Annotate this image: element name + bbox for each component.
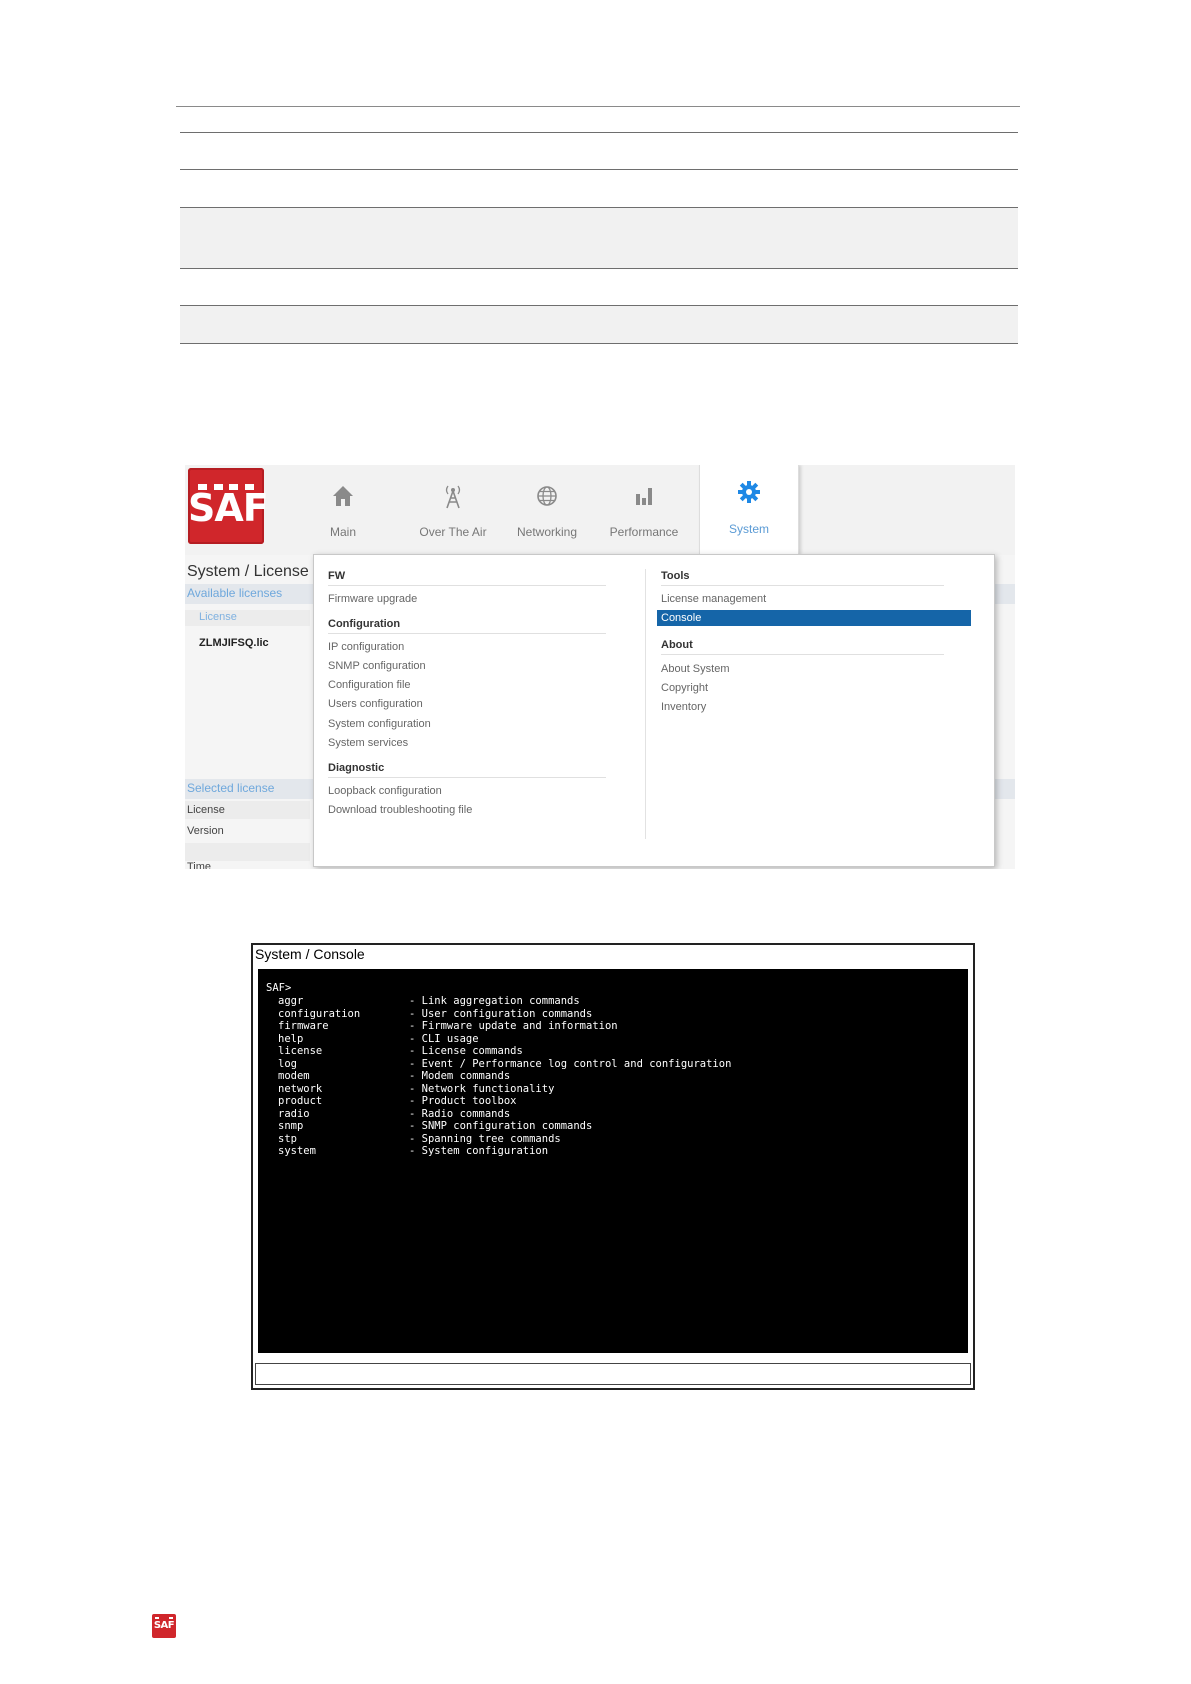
console-command: aggr xyxy=(278,995,304,1007)
console-command: configuration xyxy=(278,1007,361,1020)
console-command-description: - SNMP configuration commands xyxy=(409,1120,593,1132)
console-command-description: - Network functionality xyxy=(409,1082,555,1095)
console-command-description: - User configuration commands xyxy=(409,1007,593,1020)
console-output[interactable]: SAF> aggr - Link aggregation commands conf… xyxy=(258,969,968,1353)
console-command-description: - Radio commands xyxy=(409,1107,511,1120)
column-label: License xyxy=(199,611,237,623)
menu-item-configuration-file[interactable]: Configuration file xyxy=(328,679,411,691)
menu-item-license-management[interactable]: License management xyxy=(661,593,766,605)
table-row-rule xyxy=(180,132,1018,133)
menu-header-rule xyxy=(661,654,944,655)
menu-item-about-system[interactable]: About System xyxy=(661,663,729,675)
console-command-description: - Firmware update and information xyxy=(409,1020,618,1032)
footer-logo-text: SAF xyxy=(153,1620,175,1631)
console-window: System / Console SAF> aggr - Link aggrega… xyxy=(251,943,975,1390)
logo-text: SAF xyxy=(188,486,269,530)
section-label: Selected license xyxy=(187,781,275,795)
menu-header-tools: Tools xyxy=(661,570,690,582)
menu-item-download-troubleshooting-file[interactable]: Download troubleshooting file xyxy=(328,804,472,816)
table-row-rule xyxy=(180,169,1018,170)
console-command-description: - Product toolbox xyxy=(409,1095,517,1107)
console-command-description: - Event / Performance log control and co… xyxy=(409,1057,732,1070)
menu-header-rule xyxy=(661,585,944,586)
console-command: help xyxy=(278,1032,304,1045)
console-command: network xyxy=(278,1082,323,1095)
license-column-header: License xyxy=(185,610,310,626)
menu-header-rule xyxy=(328,777,606,778)
menu-item-loopback-configuration[interactable]: Loopback configuration xyxy=(328,785,442,797)
console-command: stp xyxy=(278,1132,297,1145)
menu-item-copyright[interactable]: Copyright xyxy=(661,682,708,694)
field-row xyxy=(185,843,310,861)
menu-header-fw: FW xyxy=(328,570,346,582)
table-row-rule xyxy=(180,343,1018,344)
nav-label: Networking xyxy=(516,525,578,539)
gear-icon xyxy=(738,481,760,503)
table-row-rule xyxy=(180,305,1018,306)
nav-networking[interactable]: Networking xyxy=(509,465,585,555)
console-command: snmp xyxy=(278,1120,304,1132)
console-command: license xyxy=(278,1045,323,1057)
console-command: modem xyxy=(278,1070,310,1082)
console-command: system xyxy=(278,1145,316,1157)
nav-system[interactable]: System xyxy=(699,465,799,555)
menu-item-console[interactable]: Console xyxy=(657,610,971,626)
menu-item-snmp-configuration[interactable]: SNMP configuration xyxy=(328,660,426,672)
page-title: System / License xyxy=(187,563,309,580)
console-prompt: SAF> xyxy=(266,982,292,994)
field-label-time: Time xyxy=(187,861,212,869)
menu-header-about: About xyxy=(661,639,693,651)
table-row-shade xyxy=(180,305,1018,343)
saf-logo: SAF xyxy=(188,468,269,544)
menu-header-configuration: Configuration xyxy=(328,618,401,630)
table-row-rule xyxy=(180,207,1018,208)
web-ui-screenshot: SAF Main Over The Air Networking Perform… xyxy=(185,465,1015,869)
nav-performance[interactable]: Performance xyxy=(599,465,689,555)
footer-saf-logo: SAF xyxy=(152,1614,176,1638)
menu-item-firmware-upgrade[interactable]: Firmware upgrade xyxy=(328,593,417,605)
console-command: firmware xyxy=(278,1020,329,1032)
section-label: Available licenses xyxy=(187,586,283,600)
menu-item-inventory[interactable]: Inventory xyxy=(661,701,706,713)
menu-header-rule xyxy=(328,633,606,634)
nav-over-the-air[interactable]: Over The Air xyxy=(413,465,493,555)
console-input[interactable] xyxy=(255,1363,971,1385)
table-row-rule xyxy=(180,268,1018,269)
globe-icon xyxy=(537,486,557,506)
console-command: log xyxy=(278,1057,297,1070)
console-command-description: - License commands xyxy=(409,1045,523,1057)
table-top-rule xyxy=(176,106,1020,107)
nav-label: Performance xyxy=(609,525,679,539)
console-command: radio xyxy=(278,1107,310,1120)
field-label-version: Version xyxy=(187,825,224,837)
menu-item-system-services[interactable]: System services xyxy=(328,737,408,749)
bar-chart-icon xyxy=(636,488,652,505)
console-command-description: - CLI usage xyxy=(409,1032,479,1045)
console-command-description: - System configuration xyxy=(409,1145,549,1157)
license-file-item[interactable]: ZLMJIFSQ.lic xyxy=(199,637,269,649)
top-header: SAF Main Over The Air Networking Perform… xyxy=(185,465,1015,555)
menu-item-ip-configuration[interactable]: IP configuration xyxy=(328,641,404,653)
console-command-description: - Link aggregation commands xyxy=(409,995,580,1007)
table-row-shade xyxy=(180,207,1018,268)
console-command-description: - Spanning tree commands xyxy=(409,1132,561,1145)
nav-label: Main xyxy=(329,525,356,539)
system-dropdown-menu: FW Firmware upgrade Configuration IP con… xyxy=(313,554,995,867)
nav-label: System xyxy=(728,522,769,536)
console-title: System / Console xyxy=(255,946,365,962)
menu-header-diagnostic: Diagnostic xyxy=(328,762,385,774)
home-icon xyxy=(333,486,353,506)
nav-main[interactable]: Main xyxy=(313,465,373,555)
console-command: product xyxy=(278,1095,323,1107)
menu-column-divider xyxy=(645,569,646,839)
menu-item-users-configuration[interactable]: Users configuration xyxy=(328,698,423,710)
menu-item-system-configuration[interactable]: System configuration xyxy=(328,718,431,730)
menu-header-rule xyxy=(328,585,606,586)
nav-label: Over The Air xyxy=(419,525,487,539)
antenna-icon xyxy=(445,485,461,509)
field-label-license: License xyxy=(187,804,225,816)
console-command-description: - Modem commands xyxy=(409,1070,511,1082)
